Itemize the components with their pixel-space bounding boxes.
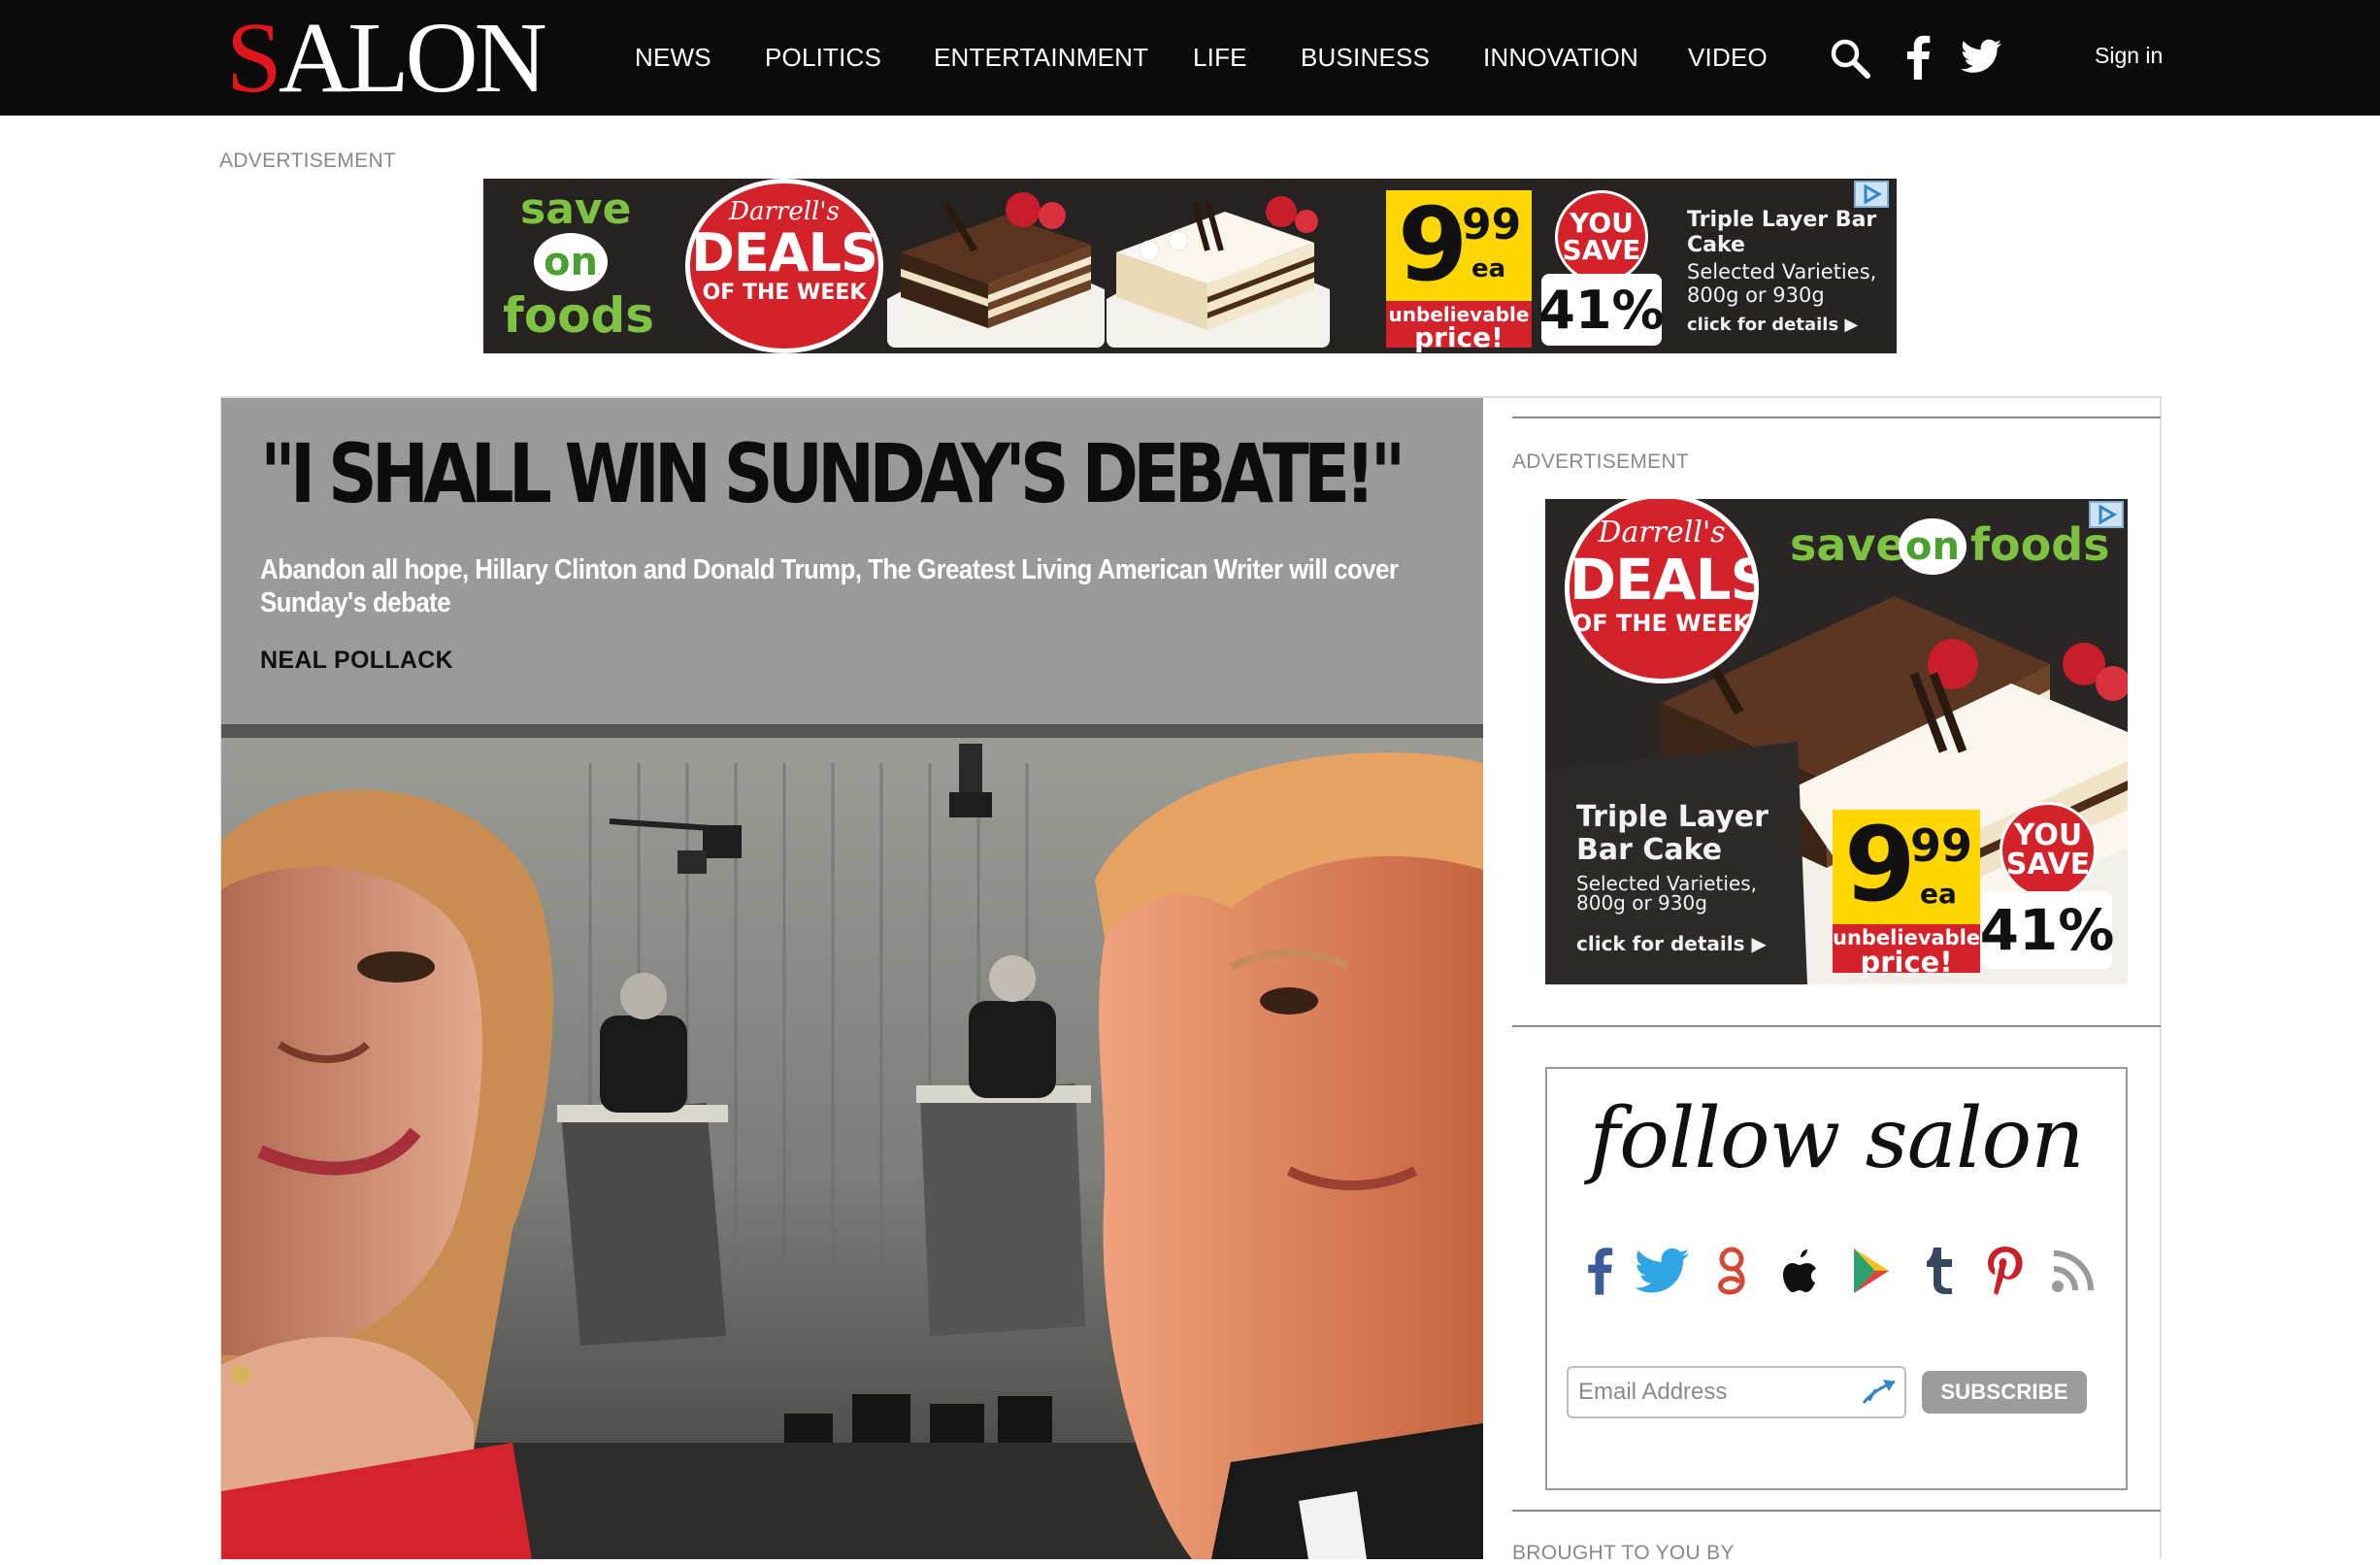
deals-of-the-week-badge: Darrell's DEALS OF THE WEEK: [685, 179, 883, 353]
follow-salon-box: follow salon SUBSCRIBE: [1545, 1067, 2128, 1490]
tumblr-icon[interactable]: [1912, 1242, 1967, 1300]
product-detail-line: 800g or 930g: [1687, 283, 1825, 307]
logo-initial: S: [226, 2, 282, 114]
product-detail-line: 800g or 930g: [1576, 891, 1707, 915]
ad-brand-on: on: [534, 233, 608, 291]
subscribe-button[interactable]: SUBSCRIBE: [1922, 1371, 2087, 1414]
leaderboard-ad[interactable]: save on foods Darrell's DEALS OF THE WEE…: [483, 179, 1897, 353]
product-title-line: Triple Layer: [1576, 800, 1768, 834]
google-plus-icon[interactable]: [1706, 1242, 1761, 1300]
article-subhead: Abandon all hope, Hillary Clinton and Do…: [260, 554, 1399, 618]
hero-header: "I SHALL WIN SUNDAY'S DEBATE!" Abandon a…: [221, 398, 1483, 724]
email-field-wrapper: [1567, 1366, 1906, 1418]
click-for-details-link[interactable]: click for details ▶: [1576, 932, 1767, 955]
salon-logo[interactable]: SALON: [226, 8, 547, 109]
search-icon[interactable]: [1829, 37, 1871, 80]
cake-image: [887, 183, 1105, 348]
nav-innovation[interactable]: INNOVATION: [1483, 43, 1638, 73]
discount-percent: 41%: [1980, 891, 2114, 969]
you-save-badge: YOU SAVE: [2000, 802, 2097, 899]
nav-news[interactable]: NEWS: [635, 43, 711, 73]
unbelievable-price-label: unbelievable price!: [1833, 924, 1981, 979]
ad-brand-save: save: [1790, 518, 1906, 571]
product-title-line: Cake: [1687, 233, 1745, 257]
click-for-details-link[interactable]: click for details ▶: [1687, 315, 1858, 335]
nav-entertainment[interactable]: ENTERTAINMENT: [934, 43, 1148, 73]
adchoices-icon[interactable]: [1854, 181, 1889, 208]
social-icons-row: [1572, 1242, 2106, 1300]
sidebar-ad[interactable]: Darrell's DEALS OF THE WEEK save on food…: [1545, 499, 2128, 984]
ad-brand-foods: foods: [503, 287, 655, 344]
nav-video[interactable]: VIDEO: [1688, 43, 1768, 73]
brought-to-you-by-label: BROUGHT TO YOU BY: [1512, 1542, 1735, 1564]
logo-rest: ALON: [278, 2, 547, 114]
unbelievable-price-label: unbelievable price!: [1386, 301, 1532, 351]
article-headline[interactable]: "I SHALL WIN SUNDAY'S DEBATE!": [260, 433, 1405, 515]
product-title-line: Bar Cake: [1576, 833, 1723, 867]
top-navigation-bar: SALON NEWS POLITICS ENTERTAINMENT LIFE B…: [0, 0, 2380, 116]
nav-politics[interactable]: POLITICS: [765, 43, 881, 73]
hero-article: "I SHALL WIN SUNDAY'S DEBATE!" Abandon a…: [221, 398, 1483, 1559]
price-tag: 9 99 ea unbelievable price!: [1386, 190, 1532, 351]
hero-image[interactable]: [221, 724, 1483, 1559]
twitter-icon[interactable]: [1635, 1242, 1689, 1300]
discount-percent: 41%: [1538, 274, 1665, 346]
cake-image: [1107, 183, 1330, 348]
ad-brand-on: on: [1899, 518, 1967, 575]
pinterest-icon[interactable]: [1978, 1242, 2033, 1300]
facebook-icon[interactable]: [1572, 1242, 1627, 1300]
rss-icon[interactable]: [2046, 1242, 2100, 1300]
email-field[interactable]: [1578, 1368, 1860, 1416]
deals-of-the-week-badge: Darrell's DEALS OF THE WEEK: [1565, 499, 1759, 683]
sign-in-link[interactable]: Sign in: [2095, 43, 2163, 69]
product-title-line: Triple Layer Bar: [1687, 208, 1877, 232]
sidebar-divider: [1512, 416, 2161, 418]
facebook-icon[interactable]: [1904, 35, 1932, 80]
advertisement-label: ADVERTISEMENT: [1512, 450, 1690, 473]
adchoices-icon[interactable]: [2089, 501, 2124, 528]
sidebar-divider: [1512, 1025, 2161, 1027]
twitter-icon[interactable]: [1961, 39, 2001, 74]
article-author[interactable]: NEAL POLLACK: [260, 647, 453, 675]
paper-plane-icon: [1862, 1378, 1897, 1407]
ad-brand-save: save: [520, 184, 632, 234]
nav-business[interactable]: BUSINESS: [1301, 43, 1430, 73]
nav-life[interactable]: LIFE: [1193, 43, 1247, 73]
apple-icon[interactable]: [1774, 1242, 1829, 1300]
price-tag: 9 99 ea unbelievable price!: [1833, 805, 1981, 979]
you-save-badge: YOU SAVE: [1555, 190, 1648, 283]
product-detail-line: Selected Varieties,: [1687, 260, 1877, 283]
sidebar-divider: [1512, 1510, 2161, 1512]
google-play-icon[interactable]: [1844, 1242, 1899, 1300]
advertisement-label: ADVERTISEMENT: [219, 150, 397, 172]
follow-salon-title: follow salon: [1589, 1090, 2084, 1187]
